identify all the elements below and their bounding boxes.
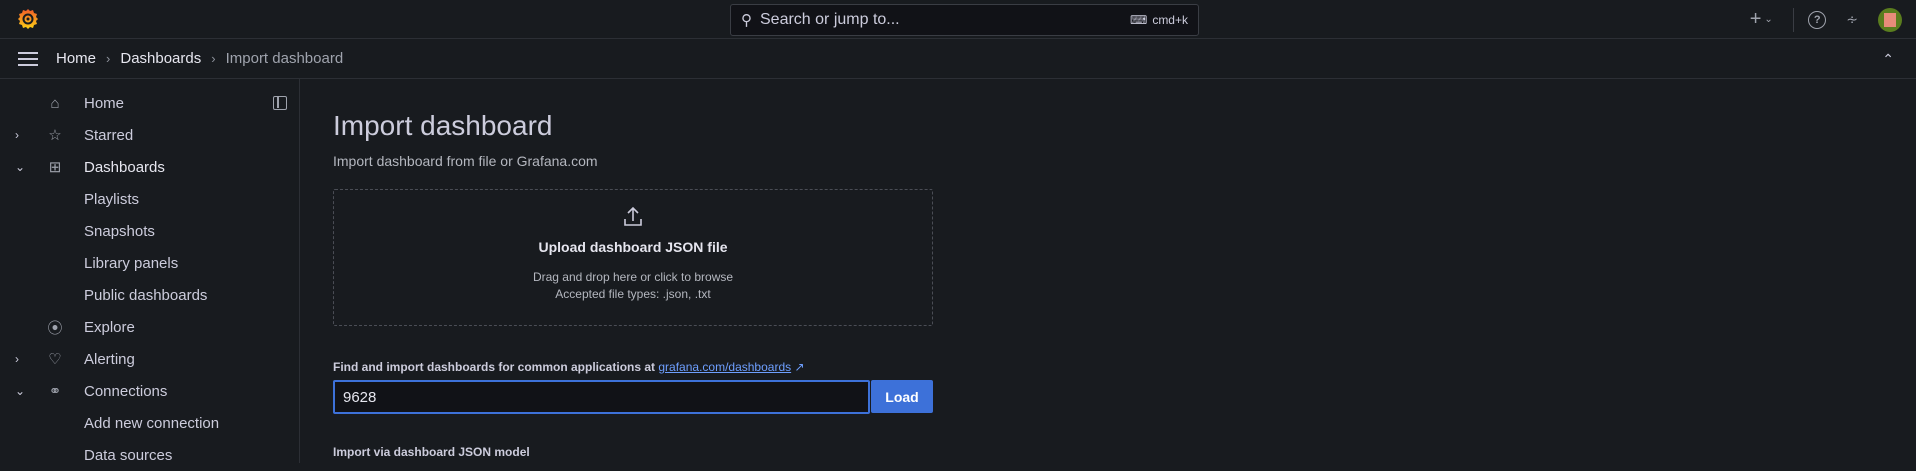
search-bar[interactable]: ⚲ Search or jump to... ⌨ cmd+k xyxy=(730,4,1199,36)
link-icon: ⚭ xyxy=(48,383,62,400)
sidebar-item-snapshots[interactable]: Snapshots xyxy=(0,215,300,247)
sidebar-item-starred[interactable]: › ☆ Starred xyxy=(0,119,300,151)
shortcut-hint: cmd+k xyxy=(1152,13,1188,27)
chevron-right-icon: › xyxy=(211,51,216,66)
keyboard-icon: ⌨ xyxy=(1129,13,1148,27)
external-link-icon: ↗ xyxy=(794,360,805,374)
json-model-label: Import via dashboard JSON model xyxy=(333,445,530,459)
home-icon: ⌂ xyxy=(50,94,60,112)
chevron-right-icon[interactable]: › xyxy=(15,352,19,366)
accepted-file-types: Accepted file types: .json, .txt xyxy=(555,287,711,301)
bell-icon: ♡ xyxy=(48,351,62,368)
upload-icon xyxy=(334,206,932,230)
sidebar-item-connections[interactable]: ⌄ ⚭ Connections xyxy=(0,375,300,407)
sidebar-item-playlists[interactable]: Playlists xyxy=(0,183,300,215)
find-dashboards-label: Find and import dashboards for common ap… xyxy=(333,360,805,374)
sidebar-item-explore[interactable]: ⦿ Explore xyxy=(0,311,300,343)
chevron-right-icon[interactable]: › xyxy=(15,128,19,142)
star-icon: ☆ xyxy=(48,127,62,144)
chevron-right-icon: › xyxy=(106,51,111,66)
breadcrumb-current: Import dashboard xyxy=(225,50,344,67)
top-bar: ⚲ Search or jump to... ⌨ cmd+k + ⌄ ? ∻ xyxy=(0,0,1916,39)
search-placeholder: Search or jump to... xyxy=(760,11,900,28)
sidebar-nav: ⌂ Home › ☆ Starred ⌄ ⊞ Dashboards Playlists S… xyxy=(0,79,300,464)
sidebar-item-public-dashboards[interactable]: Public dashboards xyxy=(0,279,300,311)
news-rss-icon[interactable]: ∻ xyxy=(1846,11,1858,28)
sidebar-item-alerting[interactable]: › ♡ Alerting xyxy=(0,343,300,375)
upload-title: Upload dashboard JSON file xyxy=(538,239,728,255)
breadcrumb: Home › Dashboards › Import dashboard xyxy=(56,50,343,67)
upload-dropzone[interactable]: Upload dashboard JSON file Drag and drop… xyxy=(333,189,933,326)
help-icon[interactable]: ? xyxy=(1808,10,1827,29)
search-icon: ⚲ xyxy=(741,12,752,29)
add-new-button[interactable]: + ⌄ xyxy=(1743,8,1779,31)
user-avatar[interactable] xyxy=(1878,7,1902,32)
divider xyxy=(1793,7,1795,32)
grafana-dashboards-link[interactable]: grafana.com/dashboards xyxy=(658,360,791,374)
upload-hint: Drag and drop here or click to browse xyxy=(532,270,734,284)
sidebar-item-data-sources[interactable]: Data sources xyxy=(0,439,300,471)
page-title: Import dashboard xyxy=(333,110,553,141)
sidebar-item-library-panels[interactable]: Library panels xyxy=(0,247,300,279)
page-subtitle: Import dashboard from file or Grafana.co… xyxy=(333,153,598,169)
apps-icon: ⊞ xyxy=(48,159,62,176)
sidebar-item-home[interactable]: ⌂ Home xyxy=(0,87,300,119)
dashboard-id-input[interactable] xyxy=(333,380,870,414)
breadcrumb-home[interactable]: Home xyxy=(56,50,96,67)
sidebar-item-dashboards[interactable]: ⌄ ⊞ Dashboards xyxy=(0,151,300,183)
grafana-logo-icon[interactable] xyxy=(16,7,40,31)
breadcrumb-bar: Home › Dashboards › Import dashboard ⌃ xyxy=(0,39,1916,79)
chevron-down-icon[interactable]: ⌄ xyxy=(15,384,25,398)
collapse-chevron-up-icon[interactable]: ⌃ xyxy=(1882,51,1894,68)
chevron-down-icon: ⌄ xyxy=(1764,14,1773,25)
sidebar-item-add-new-connection[interactable]: Add new connection xyxy=(0,407,300,439)
chevron-down-icon[interactable]: ⌄ xyxy=(15,160,25,174)
compass-icon: ⦿ xyxy=(47,319,63,337)
breadcrumb-dashboards[interactable]: Dashboards xyxy=(120,50,201,67)
load-button[interactable]: Load xyxy=(871,380,933,413)
menu-icon[interactable] xyxy=(18,52,38,66)
find-label-text: Find and import dashboards for common ap… xyxy=(333,360,656,374)
